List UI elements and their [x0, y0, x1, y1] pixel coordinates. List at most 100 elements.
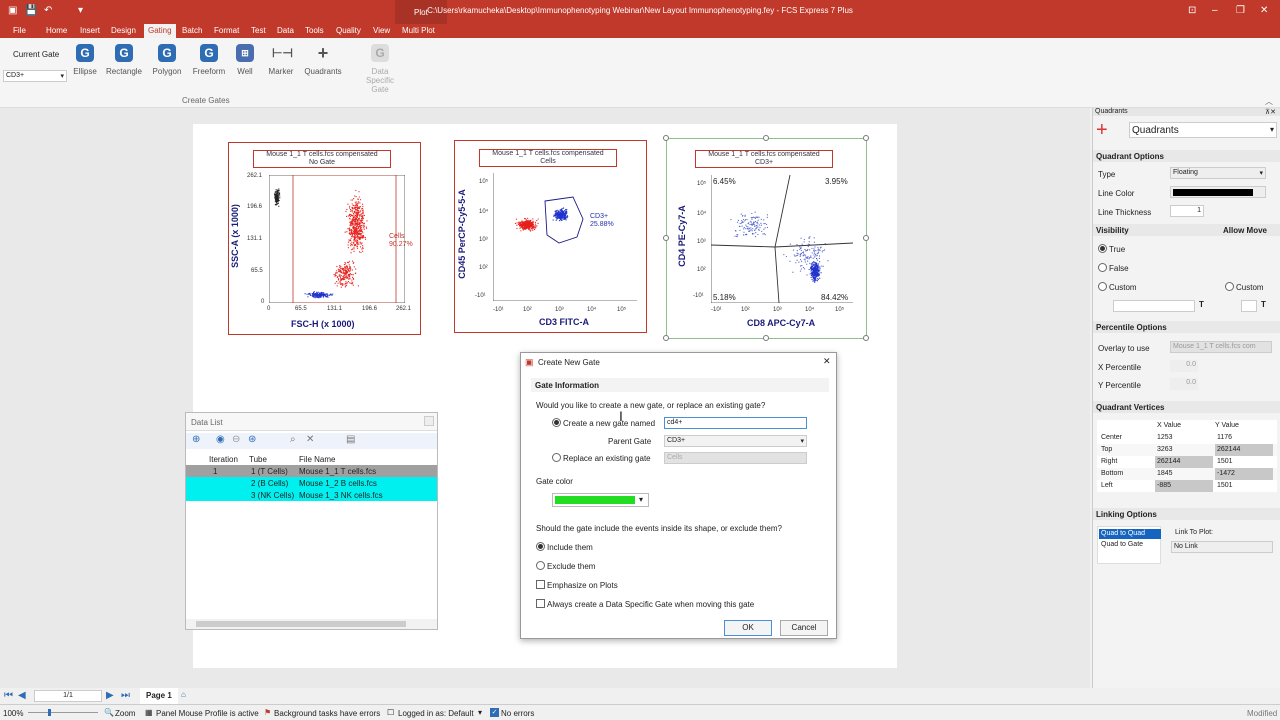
add-icon[interactable]: ⊕: [192, 434, 200, 445]
polygon-button[interactable]: G Polygon: [146, 44, 188, 76]
visibility-false-radio[interactable]: [1098, 263, 1107, 272]
table-row[interactable]: 1 1 (T Cells) Mouse 1_1 T cells.fcs: [186, 465, 437, 477]
vertex-x[interactable]: 1253: [1155, 432, 1213, 444]
delete-icon[interactable]: ✕: [306, 434, 314, 445]
text-format-icon[interactable]: T: [1199, 300, 1204, 309]
emphasize-checkbox[interactable]: [536, 580, 545, 589]
resize-handle[interactable]: [763, 135, 769, 141]
back-icon[interactable]: ◉: [216, 434, 225, 445]
visibility-custom-input[interactable]: [1113, 300, 1195, 312]
replace-gate-radio[interactable]: [552, 453, 561, 462]
ellipse-button[interactable]: G Ellipse: [64, 44, 106, 76]
link-to-plot-select[interactable]: No Link: [1171, 541, 1273, 553]
prev-page-icon[interactable]: ◀: [18, 690, 26, 701]
data-specific-checkbox[interactable]: [536, 599, 545, 608]
close-icon[interactable]: [424, 416, 434, 426]
vertex-row[interactable]: Right 262144 1501: [1097, 456, 1277, 468]
menu-gating[interactable]: Gating: [144, 24, 176, 38]
visibility-true-radio[interactable]: [1098, 244, 1107, 253]
type-select[interactable]: Floating ▾: [1170, 167, 1266, 179]
vertex-row[interactable]: Top 3263 262144: [1097, 444, 1277, 456]
quadrants-button[interactable]: + Quadrants: [302, 44, 344, 76]
collapse-ribbon-icon[interactable]: ︿: [1265, 96, 1273, 107]
column-file-name[interactable]: File Name: [299, 455, 335, 464]
menu-file[interactable]: File: [13, 26, 26, 35]
zoom-icon[interactable]: 🔍: [104, 708, 114, 717]
resize-handle[interactable]: [863, 335, 869, 341]
data-list-titlebar[interactable]: Data List: [186, 413, 437, 431]
zoom-slider-thumb[interactable]: [48, 709, 51, 716]
overlay-select[interactable]: Mouse 1_1 T cells.fcs com: [1170, 341, 1272, 353]
table-row[interactable]: 2 (B Cells) Mouse 1_2 B cells.fcs: [186, 477, 437, 489]
next-page-icon[interactable]: ▶: [106, 690, 114, 701]
vertex-row[interactable]: Center 1253 1176: [1097, 432, 1277, 444]
close-icon[interactable]: ✕: [1260, 5, 1268, 16]
vertex-y[interactable]: 1501: [1215, 480, 1273, 492]
menu-data[interactable]: Data: [277, 26, 294, 35]
menu-tools[interactable]: Tools: [305, 26, 324, 35]
down-icon[interactable]: ⊛: [248, 434, 256, 445]
plot-cd8-cd4[interactable]: Mouse 1_1 T cells.fcs compensated CD3+ 6.…: [666, 138, 867, 339]
vertex-x[interactable]: 1845: [1155, 468, 1213, 480]
cancel-button[interactable]: Cancel: [780, 620, 828, 636]
parent-gate-select[interactable]: CD3+ ▾: [664, 435, 807, 447]
vertex-y[interactable]: -1472: [1215, 468, 1273, 480]
plot-cd3-cd45[interactable]: Mouse 1_1 T cells.fcs compensated Cells C…: [454, 140, 647, 333]
chevron-down-icon[interactable]: ▾: [478, 708, 482, 717]
plot-fsc-ssc[interactable]: Mouse 1_1 T cells.fcs compensated No Gate…: [228, 142, 421, 335]
move-custom-input[interactable]: [1241, 300, 1257, 312]
current-gate-select[interactable]: CD3+ ▾: [3, 70, 67, 82]
gate-color-select[interactable]: ▾: [552, 493, 649, 507]
text-format-icon[interactable]: T: [1261, 300, 1266, 309]
vertex-row[interactable]: Bottom 1845 -1472: [1097, 468, 1277, 480]
last-page-icon[interactable]: ⏭: [121, 690, 130, 701]
vertex-y[interactable]: 262144: [1215, 444, 1273, 456]
link-item-quad-to-gate[interactable]: Quad to Gate: [1099, 540, 1161, 550]
resize-handle[interactable]: [663, 135, 669, 141]
resize-handle[interactable]: [863, 135, 869, 141]
resize-handle[interactable]: [663, 235, 669, 241]
menu-test[interactable]: Test: [251, 26, 266, 35]
move-custom-radio[interactable]: [1225, 282, 1234, 291]
vertex-x[interactable]: 3263: [1155, 444, 1213, 456]
remove-icon[interactable]: ⊖: [232, 434, 240, 445]
menu-home[interactable]: Home: [46, 26, 67, 35]
ok-button[interactable]: OK: [724, 620, 772, 636]
zoom-label[interactable]: Zoom: [115, 709, 135, 718]
menu-format[interactable]: Format: [214, 26, 239, 35]
link-item-quad-to-quad[interactable]: Quad to Quad: [1099, 529, 1161, 539]
horizontal-scrollbar[interactable]: [186, 619, 437, 629]
exclude-radio[interactable]: [536, 561, 545, 570]
vertex-x[interactable]: -885: [1155, 480, 1213, 492]
vertex-row[interactable]: Left -885 1501: [1097, 480, 1277, 492]
menu-batch[interactable]: Batch: [182, 26, 202, 35]
column-iteration[interactable]: Iteration: [209, 455, 238, 464]
replace-gate-select[interactable]: Cells: [664, 452, 807, 464]
menu-view[interactable]: View: [373, 26, 390, 35]
visibility-custom-radio[interactable]: [1098, 282, 1107, 291]
page-number-input[interactable]: 1/1: [34, 690, 102, 702]
minimize-icon[interactable]: –: [1212, 5, 1218, 16]
tool-select[interactable]: Quadrants ▾: [1129, 122, 1277, 138]
vertex-x[interactable]: 262144: [1155, 456, 1213, 468]
rectangle-button[interactable]: G Rectangle: [103, 44, 145, 76]
data-specific-gate-button[interactable]: G Data Specific Gate: [357, 44, 403, 94]
scrollbar-thumb[interactable]: [196, 621, 406, 627]
resize-handle[interactable]: [663, 335, 669, 341]
column-tube[interactable]: Tube: [249, 455, 267, 464]
menu-design[interactable]: Design: [111, 26, 136, 35]
table-row[interactable]: 3 (NK Cells) Mouse 1_3 NK cells.fcs: [186, 489, 437, 501]
close-icon[interactable]: ✕: [823, 356, 831, 367]
menu-quality[interactable]: Quality: [336, 26, 361, 35]
maximize-icon[interactable]: ❐: [1236, 5, 1245, 16]
vertex-y[interactable]: 1501: [1215, 456, 1273, 468]
page-tab[interactable]: Page 1: [140, 688, 178, 704]
y-percentile-input[interactable]: 0.0: [1170, 378, 1198, 390]
settings-icon[interactable]: ▤: [346, 434, 355, 445]
zoom-slider[interactable]: [28, 709, 98, 716]
resize-handle[interactable]: [863, 235, 869, 241]
line-color-select[interactable]: [1170, 186, 1266, 198]
resize-handle[interactable]: [763, 335, 769, 341]
first-page-icon[interactable]: ⏮: [4, 690, 13, 701]
pin-icon[interactable]: ⊼✕: [1265, 108, 1276, 116]
